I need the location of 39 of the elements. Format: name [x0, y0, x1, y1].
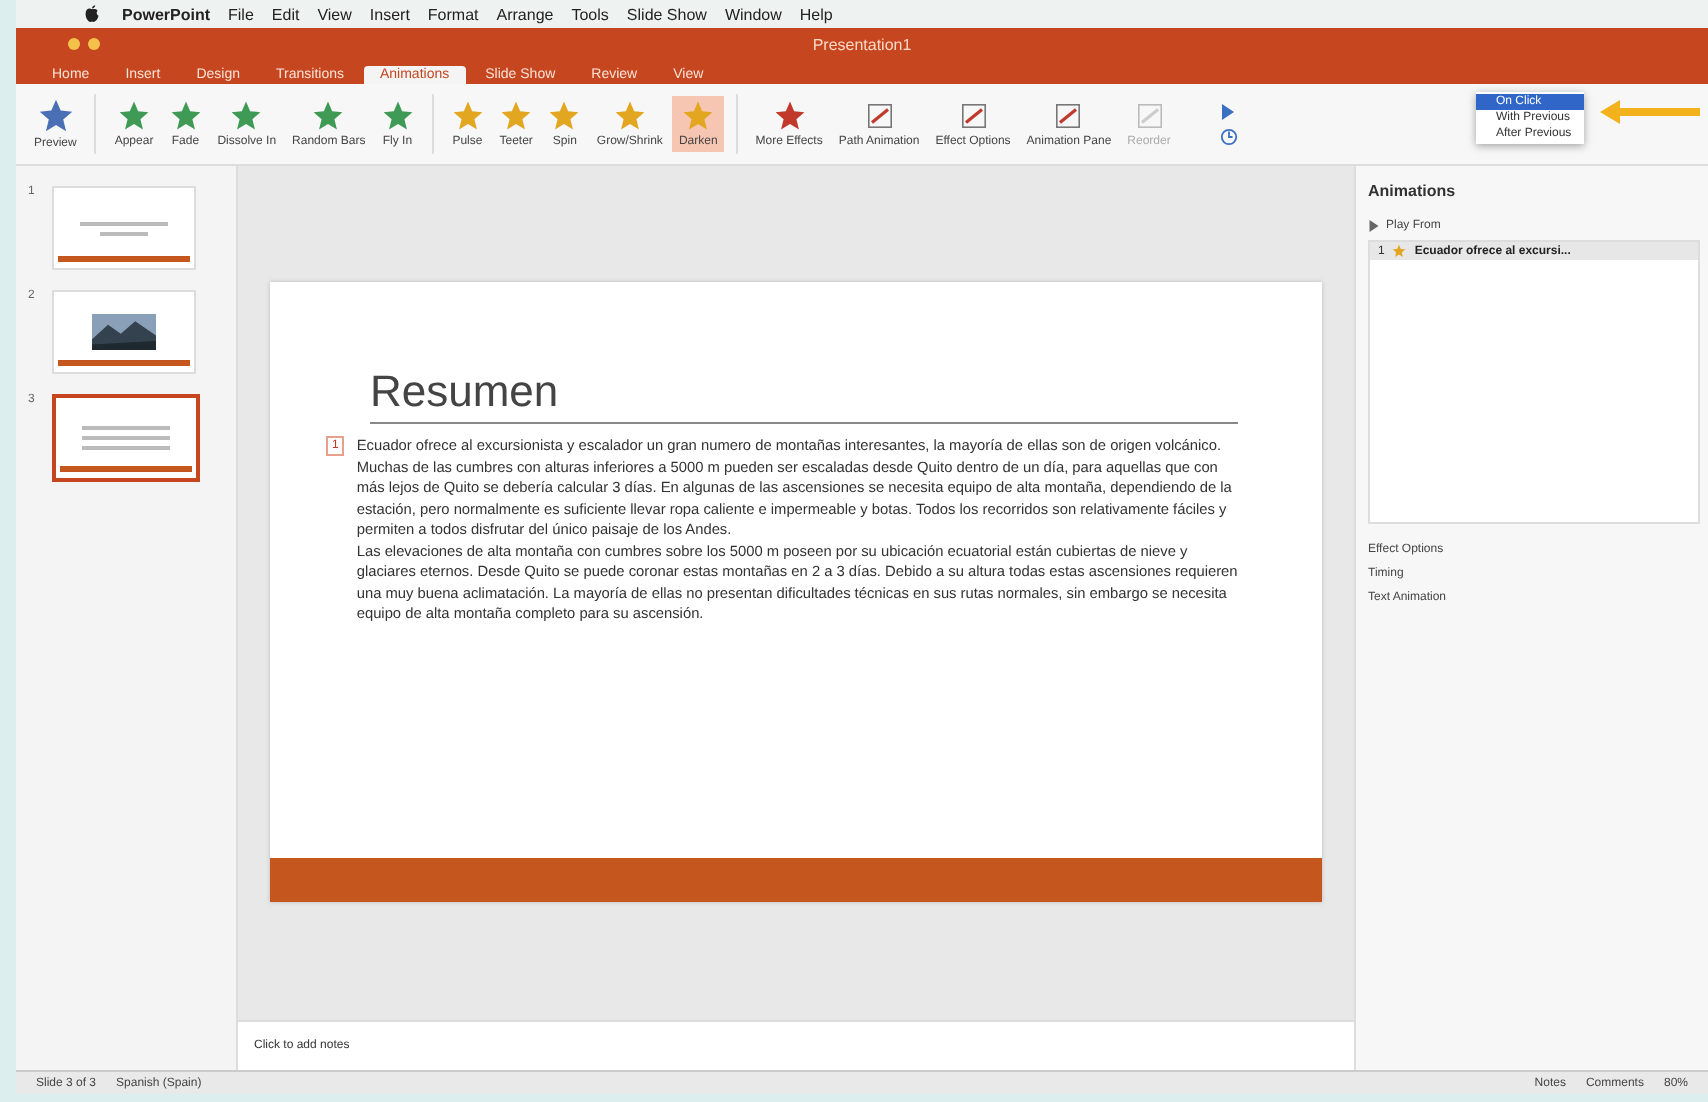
menu-item[interactable]: Insert — [369, 5, 410, 23]
window-title: Presentation1 — [810, 35, 914, 53]
menu-item[interactable]: Format — [427, 5, 479, 23]
animation-icon — [1052, 100, 1085, 132]
slide-thumbnail[interactable] — [52, 394, 200, 482]
star-icon — [548, 100, 581, 132]
menu-item[interactable]: Arrange — [496, 5, 554, 23]
play-icon — [1368, 220, 1380, 232]
star-icon — [682, 100, 715, 132]
animation-icon — [863, 100, 896, 132]
star-icon — [381, 100, 414, 132]
star-icon — [37, 98, 74, 134]
star-icon — [451, 100, 484, 132]
pane-title: Animations — [1368, 182, 1458, 200]
animation-icon — [1133, 100, 1166, 132]
apple-icon[interactable] — [84, 4, 100, 24]
star-icon — [500, 100, 533, 132]
menu-item[interactable]: Help — [799, 5, 833, 23]
star-icon — [118, 100, 151, 132]
star-icon — [1392, 244, 1407, 258]
clock-icon — [1220, 127, 1239, 145]
animation-icon — [957, 100, 989, 132]
menu-item[interactable]: Window — [724, 5, 782, 23]
star-icon — [613, 100, 646, 132]
minimize-icon[interactable] — [88, 38, 100, 50]
animation-icon — [773, 100, 806, 132]
slide-title: Resumen — [370, 366, 561, 418]
star-icon — [312, 100, 345, 132]
menu-item[interactable]: View — [317, 5, 352, 23]
menu-item[interactable]: File — [228, 5, 254, 23]
menu-item[interactable]: Tools — [571, 5, 609, 23]
menu-item[interactable]: PowerPoint — [122, 5, 211, 23]
play-icon — [1220, 103, 1237, 119]
menu-item[interactable]: Slide Show — [626, 5, 707, 23]
close-icon[interactable] — [68, 38, 80, 50]
star-icon — [169, 100, 202, 132]
star-icon — [230, 100, 263, 132]
menu-item[interactable]: Edit — [271, 5, 300, 23]
arrow-icon — [1600, 100, 1700, 124]
